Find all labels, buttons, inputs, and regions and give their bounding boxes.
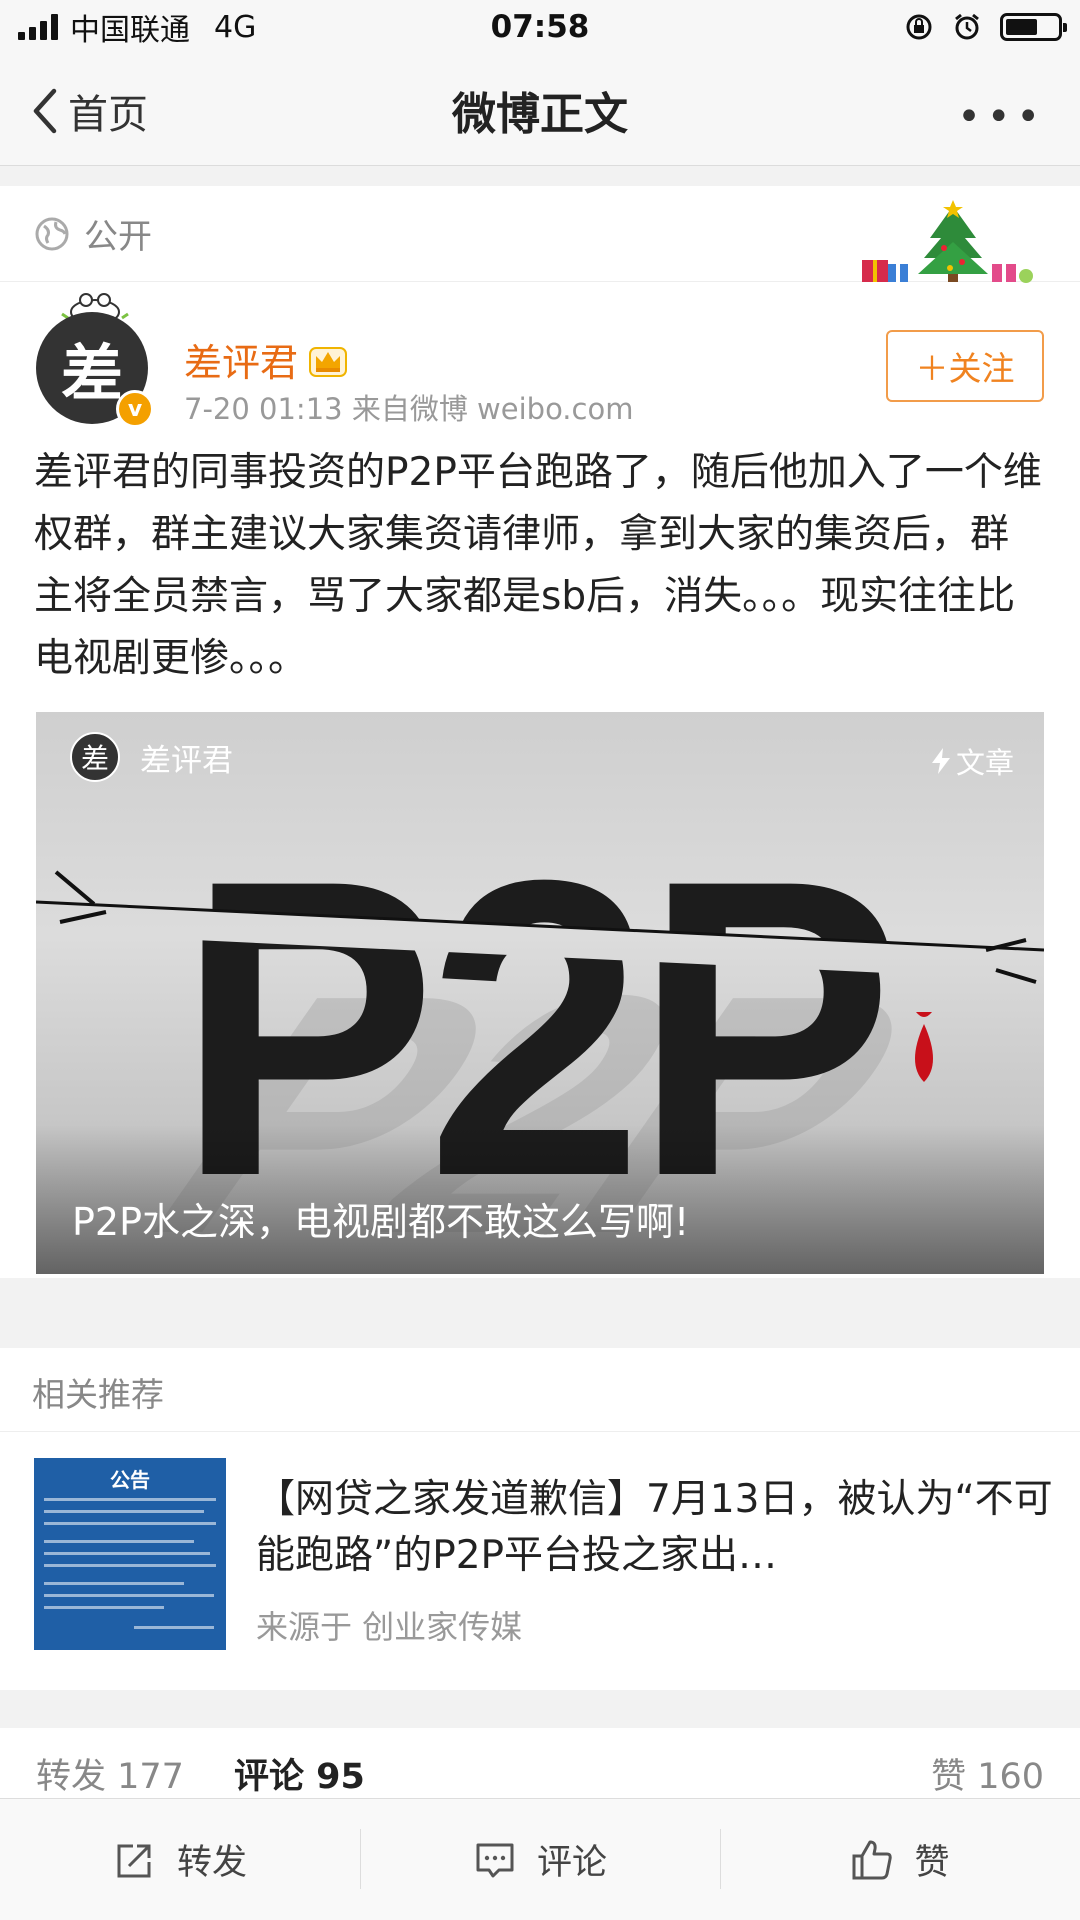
article-author: 差 差评君: [70, 732, 233, 782]
tab-like-count[interactable]: 赞 160: [931, 1748, 1044, 1798]
back-label: 首页: [68, 92, 148, 138]
visibility-row: 公开: [0, 186, 1080, 283]
interaction-counts: 转发 177 评论 95 赞 160: [0, 1728, 1080, 1798]
alarm-icon: [955, 13, 979, 40]
tab-repost-count[interactable]: 转发 177: [36, 1748, 184, 1798]
tab-comment-count[interactable]: 评论 95: [234, 1748, 365, 1798]
comment-button[interactable]: 评论: [360, 1799, 720, 1920]
like-button[interactable]: 赞: [720, 1799, 1080, 1920]
thumbnail-title: 公告: [110, 1468, 150, 1492]
signal-icon: [18, 14, 58, 40]
article-type-label: 文章: [930, 740, 1014, 782]
status-time: 07:58: [490, 9, 590, 45]
more-button[interactable]: •••: [957, 94, 1046, 140]
like-label: 赞: [914, 1843, 950, 1883]
author-name-text: 差评君: [184, 341, 299, 385]
christmas-tree-icon: [862, 200, 1033, 283]
carrier-label: 中国联通: [70, 13, 190, 48]
globe-icon: [35, 217, 69, 250]
chevron-left-icon: [33, 88, 57, 134]
thumbs-up-icon: [852, 1840, 893, 1879]
network-label: 4G: [214, 9, 257, 45]
avatar-char: 差: [60, 337, 123, 410]
follow-button[interactable]: ＋关注: [886, 330, 1044, 402]
comment-icon: [476, 1843, 514, 1877]
related-title: 【网贷之家发道歉信】7月13日，被认为“不可能跑路”的P2P平台投之家出…: [256, 1477, 1053, 1578]
related-item[interactable]: 公告 【网贷之家发道歉信】7月13日，被认为“不可能跑路”的P2P平台投之家出……: [0, 1432, 1080, 1690]
author-header: 差 v 差评君 7-20 01:13 来自微博 weibo.com ＋关注: [0, 282, 1080, 442]
article-card[interactable]: P2P P2P P2P 差 差评君 文章 P2P水之深，电视剧都不敢这么写啊!: [36, 712, 1044, 1274]
author-avatar[interactable]: 差 v: [36, 312, 154, 428]
share-icon: [117, 1844, 151, 1877]
page-title: 微博正文: [452, 88, 628, 140]
battery-icon: [1000, 13, 1067, 41]
blood-drop-icon: [915, 1024, 933, 1082]
article-author-avatar: 差: [70, 732, 120, 782]
lightning-icon: [931, 748, 950, 774]
visibility-label: 公开: [84, 217, 152, 257]
repost-label: 转发: [176, 1843, 247, 1883]
status-right: [682, 12, 1067, 42]
article-type-text: 文章: [955, 746, 1014, 780]
related-source: 来源于 创业家传媒: [256, 1608, 523, 1646]
post-meta: 7-20 01:13 来自微博 weibo.com: [184, 392, 634, 426]
verified-badge-icon: v: [116, 390, 154, 428]
related-section-title: 相关推荐: [0, 1348, 1080, 1432]
nav-bar: 首页 微博正文 •••: [0, 54, 1080, 166]
article-caption: P2P水之深，电视剧都不敢这么写啊!: [72, 1200, 690, 1244]
related-section: 相关推荐 公告 【网贷之家发道歉信】7月13日，被认为“不可能跑路”的P2P平台…: [0, 1348, 1080, 1690]
article-author-name: 差评君: [140, 742, 233, 779]
back-button[interactable]: 首页: [28, 82, 148, 140]
related-thumbnail: 公告: [34, 1458, 226, 1650]
crown-icon: [309, 346, 348, 377]
bottom-action-bar: 转发 评论 赞: [0, 1798, 1080, 1920]
status-bar: 中国联通 4G 07:58: [0, 0, 1080, 54]
rotation-lock-icon: [906, 14, 932, 40]
author-name[interactable]: 差评君: [184, 332, 348, 387]
comment-label: 评论: [536, 1843, 607, 1883]
repost-button[interactable]: 转发: [0, 1799, 360, 1920]
post-text: 差评君的同事投资的P2P平台跑路了，随后他加入了一个维权群，群主建议大家集资请律…: [34, 450, 1042, 681]
status-left: 中国联通 4G: [18, 5, 398, 49]
post-card: 公开 差 v 差评君 7-20 01:13 来自微博 weibo.com ＋关注…: [0, 186, 1080, 1278]
